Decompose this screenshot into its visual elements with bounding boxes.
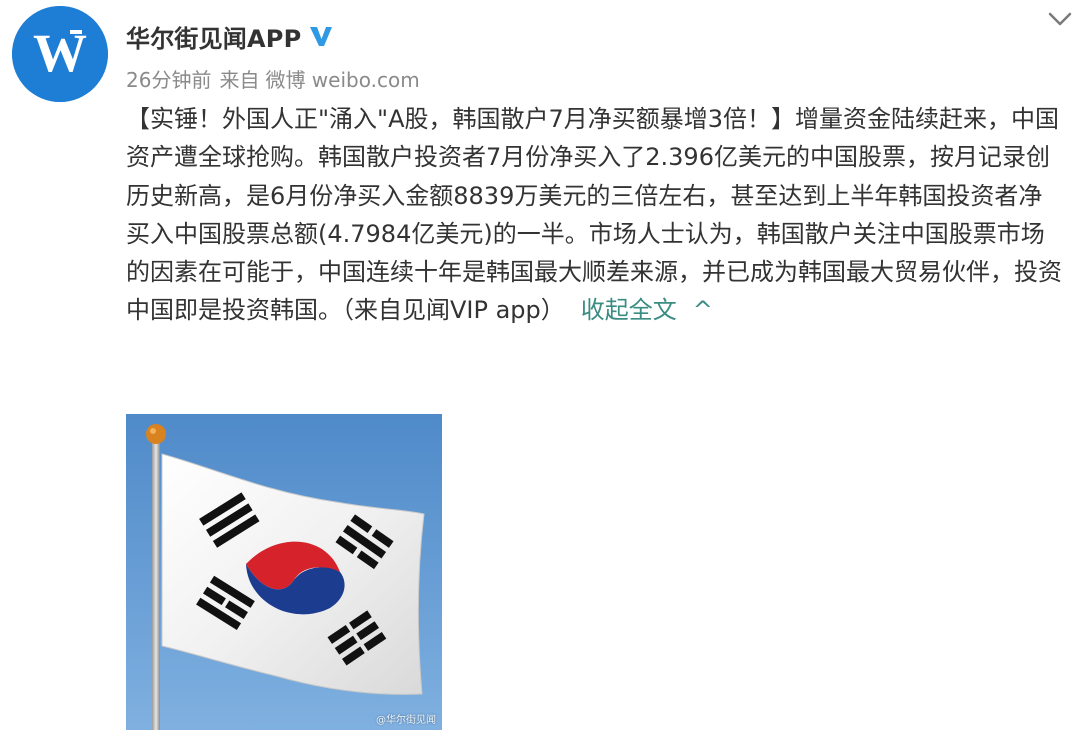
post-from-label: 来自 [219, 68, 260, 92]
post-meta: 26分钟前 来自 微博 weibo.com [126, 64, 420, 93]
post-content: 【实锤！外国人正"涌入"A股，韩国散户7月净买额暴增3倍！】增量资金陆续赶来，中… [126, 100, 1066, 330]
wallstreetcn-logo-icon: W [12, 6, 108, 102]
korean-flag-photo [126, 414, 442, 730]
author-avatar[interactable]: W [12, 6, 108, 102]
author-header: 华尔街见闻APP [126, 18, 335, 54]
post-source: 微博 weibo.com [265, 68, 420, 92]
post-text: 【实锤！外国人正"涌入"A股，韩国散户7月净买额暴增3倍！】增量资金陆续赶来，中… [126, 105, 1062, 325]
author-name[interactable]: 华尔街见闻APP [126, 19, 301, 54]
verified-v-icon [310, 27, 333, 46]
chevron-down-icon [1048, 12, 1072, 26]
image-watermark: @华尔街见闻 [376, 715, 436, 726]
chevron-up-icon: ^ [692, 296, 713, 325]
post-image-korean-flag[interactable]: @华尔街见闻 [126, 414, 442, 730]
post-menu-button[interactable] [1040, 4, 1080, 34]
collapse-full-text-link[interactable]: 收起全文 ^ [581, 296, 713, 324]
post-time[interactable]: 26分钟前 [126, 64, 211, 93]
collapse-label: 收起全文 [580, 296, 677, 325]
